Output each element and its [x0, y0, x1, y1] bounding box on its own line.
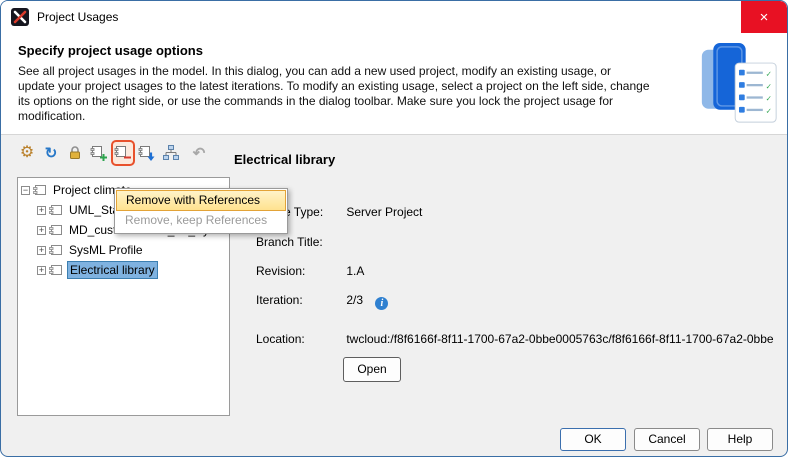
- lock-icon: [66, 144, 84, 162]
- change-version-icon: [138, 144, 156, 162]
- revision-label: Revision:: [256, 264, 343, 278]
- header-title: Specify project usage options: [18, 43, 203, 58]
- iteration-value: 2/3: [346, 293, 363, 307]
- lock-button[interactable]: [63, 140, 87, 166]
- remove-context-menu: Remove with References Remove, keep Refe…: [114, 188, 288, 234]
- menu-item-remove-with-references[interactable]: Remove with References: [116, 190, 286, 211]
- used-by-map-icon: [162, 144, 180, 162]
- detail-row-iteration: Iteration: 2/3 i: [256, 293, 388, 308]
- project-icon: [33, 183, 47, 197]
- remove-project-button[interactable]: [111, 140, 135, 166]
- use-project-button[interactable]: [87, 140, 111, 166]
- header-description: See all project usages in the model. In …: [18, 64, 650, 124]
- open-button[interactable]: Open: [343, 357, 401, 382]
- tree-item-electrical-library[interactable]: + Electrical library: [18, 260, 229, 280]
- change-version-button[interactable]: [135, 140, 159, 166]
- close-button[interactable]: ×: [741, 1, 787, 33]
- header-illustration: ✓ ✓ ✓ ✓: [699, 39, 779, 129]
- app-logo-icon: [11, 8, 29, 26]
- project-icon: [49, 243, 63, 257]
- menu-item-remove-keep-references: Remove, keep References: [116, 211, 286, 232]
- cancel-button[interactable]: Cancel: [634, 428, 700, 451]
- title-bar: Project Usages ×: [1, 1, 787, 33]
- undo-icon: ↶: [193, 146, 206, 161]
- iteration-label: Iteration:: [256, 293, 343, 307]
- project-icon: [49, 263, 63, 277]
- help-button[interactable]: Help: [707, 428, 773, 451]
- undo-button[interactable]: ↶: [187, 140, 211, 166]
- branch-title-label: Branch Title:: [256, 235, 343, 249]
- dialog-toolbar: ⚙ ↻: [15, 140, 211, 166]
- selected-project-title: Electrical library: [234, 152, 335, 167]
- project-icon: [49, 223, 63, 237]
- usage-type-value: Server Project: [346, 205, 422, 219]
- expand-handle-icon[interactable]: +: [37, 226, 46, 235]
- window-title: Project Usages: [37, 10, 118, 24]
- dialog-header: Specify project usage options See all pr…: [1, 33, 787, 135]
- revision-value: 1.A: [346, 264, 364, 278]
- collapse-handle-icon[interactable]: −: [21, 186, 30, 195]
- detail-row-branch-title: Branch Title:: [256, 235, 343, 250]
- remove-project-icon: [114, 144, 132, 162]
- use-project-add-icon: [90, 144, 108, 162]
- project-options-button[interactable]: ⚙: [15, 140, 39, 166]
- gear-icon: ⚙: [20, 145, 34, 161]
- svg-text:✓: ✓: [766, 107, 772, 116]
- expand-handle-icon[interactable]: +: [37, 206, 46, 215]
- refresh-icon: ↻: [45, 146, 58, 161]
- svg-text:✓: ✓: [766, 69, 772, 78]
- close-icon: ×: [760, 9, 769, 26]
- tree-item-sysml-profile[interactable]: + SysML Profile: [18, 240, 229, 260]
- location-value: twcloud:/f8f6166f-8f11-1700-67a2-0bbe000…: [346, 332, 774, 346]
- location-label: Location:: [256, 332, 343, 346]
- ok-button[interactable]: OK: [560, 428, 626, 451]
- detail-row-location: Location: twcloud:/f8f6166f-8f11-1700-67…: [256, 332, 774, 347]
- refresh-button[interactable]: ↻: [39, 140, 63, 166]
- svg-text:✓: ✓: [766, 82, 772, 91]
- detail-row-revision: Revision: 1.A: [256, 264, 364, 279]
- svg-text:✓: ✓: [766, 94, 772, 103]
- used-by-map-button[interactable]: [159, 140, 183, 166]
- project-icon: [49, 203, 63, 217]
- project-usages-dialog: Project Usages × Specify project usage o…: [0, 0, 788, 457]
- expand-handle-icon[interactable]: +: [37, 246, 46, 255]
- tree-item-label-selected: Electrical library: [67, 261, 158, 279]
- expand-handle-icon[interactable]: +: [37, 266, 46, 275]
- info-icon[interactable]: i: [375, 297, 388, 310]
- tree-item-label: SysML Profile: [67, 242, 145, 258]
